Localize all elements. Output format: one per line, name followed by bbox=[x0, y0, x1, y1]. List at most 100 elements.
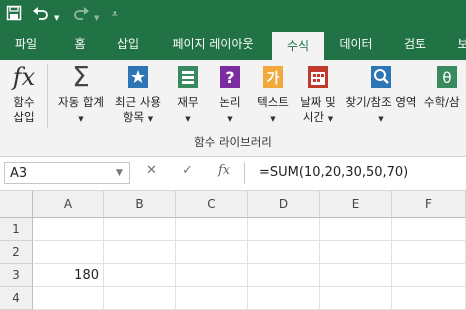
insert-function-label: 함수 bbox=[13, 95, 35, 109]
chevron-down-icon: ▼ bbox=[147, 115, 154, 123]
cancel-icon[interactable]: ✕ bbox=[146, 163, 157, 178]
cell-e1[interactable] bbox=[320, 218, 392, 241]
row-header-1[interactable]: 1 bbox=[0, 218, 33, 241]
customize-qat-icon[interactable]: ⩡ bbox=[112, 5, 118, 25]
cell-b4[interactable] bbox=[104, 287, 176, 310]
calendar-icon bbox=[305, 64, 331, 90]
cell-a2[interactable] bbox=[33, 241, 104, 264]
column-header-f[interactable]: F bbox=[392, 191, 466, 218]
cell-b1[interactable] bbox=[104, 218, 176, 241]
tab-data[interactable]: 데이터 bbox=[330, 28, 382, 60]
cell-d2[interactable] bbox=[248, 241, 320, 264]
cell-f3[interactable] bbox=[392, 264, 466, 287]
undo-dropdown-icon[interactable]: ▼ bbox=[54, 8, 59, 28]
column-header-a[interactable]: A bbox=[33, 191, 104, 218]
insert-function-label-2: 삽입 bbox=[13, 110, 35, 124]
date-time-label: 날짜 및 bbox=[300, 95, 336, 109]
column-header-b[interactable]: B bbox=[104, 191, 176, 218]
cell-b2[interactable] bbox=[104, 241, 176, 264]
title-bar: ▼ ▼ ⩡ bbox=[0, 0, 466, 28]
column-header-c[interactable]: C bbox=[176, 191, 248, 218]
select-all-corner[interactable] bbox=[0, 191, 33, 218]
cell-d1[interactable] bbox=[248, 218, 320, 241]
magnifier-book-icon bbox=[368, 64, 394, 90]
financial-button[interactable]: 재무 ▼ bbox=[168, 60, 208, 138]
save-icon[interactable] bbox=[6, 3, 22, 27]
svg-text:가: 가 bbox=[267, 71, 280, 87]
theta-book-icon: θ bbox=[434, 64, 460, 90]
autosum-button[interactable]: Σ 자동 합계 ▼ bbox=[50, 60, 112, 138]
chevron-down-icon: ▼ bbox=[327, 115, 334, 123]
function-icon: fx bbox=[12, 63, 36, 91]
logical-button[interactable]: ? 논리 ▼ bbox=[210, 60, 250, 138]
recent-label-2: 항목 bbox=[122, 110, 145, 124]
chevron-down-icon: ▼ bbox=[78, 115, 84, 123]
cell-c1[interactable] bbox=[176, 218, 248, 241]
ribbon-formulas: fx 함수 삽입 Σ 자동 합계 ▼ 최근 사용 항목 ▼ 재무 ▼ ? 논리 ▼ 가 텍… bbox=[0, 60, 466, 157]
undo-icon[interactable] bbox=[32, 3, 50, 27]
tab-view[interactable]: 보 bbox=[448, 28, 466, 60]
formula-bar: A3 ▼ ✕ ✓ fx =SUM(10,20,30,50,70) bbox=[0, 157, 466, 191]
enter-icon[interactable]: ✓ bbox=[182, 163, 193, 178]
svg-text:?: ? bbox=[225, 68, 234, 87]
recent-functions-button[interactable]: 최근 사용 항목 ▼ bbox=[112, 60, 164, 138]
ribbon-separator bbox=[47, 64, 48, 128]
financial-icon bbox=[175, 64, 201, 90]
text-label: 텍스트 bbox=[257, 95, 289, 109]
cell-a3[interactable]: 180 bbox=[33, 264, 104, 287]
chevron-down-icon: ▼ bbox=[227, 115, 233, 123]
column-header-d[interactable]: D bbox=[248, 191, 320, 218]
cell-d3[interactable] bbox=[248, 264, 320, 287]
cell-c2[interactable] bbox=[176, 241, 248, 264]
cell-a1[interactable] bbox=[33, 218, 104, 241]
tab-page-layout[interactable]: 페이지 레이아웃 bbox=[158, 28, 268, 60]
text-button[interactable]: 가 텍스트 ▼ bbox=[250, 60, 296, 138]
logical-label: 논리 bbox=[219, 95, 241, 109]
sigma-icon: Σ bbox=[72, 60, 90, 93]
cell-e3[interactable] bbox=[320, 264, 392, 287]
date-time-button[interactable]: 날짜 및 시간 ▼ bbox=[296, 60, 340, 138]
cell-d4[interactable] bbox=[248, 287, 320, 310]
cell-b3[interactable] bbox=[104, 264, 176, 287]
chevron-down-icon: ▼ bbox=[185, 115, 191, 123]
chevron-down-icon: ▼ bbox=[378, 115, 384, 123]
cell-a4[interactable] bbox=[33, 287, 104, 310]
name-box[interactable]: A3 bbox=[4, 162, 130, 184]
question-book-icon: ? bbox=[217, 64, 243, 90]
math-trig-button[interactable]: θ 수학/삼 bbox=[424, 60, 466, 138]
recent-label: 최근 사용 bbox=[115, 95, 161, 109]
row-header-3[interactable]: 3 bbox=[0, 264, 33, 287]
cell-f1[interactable] bbox=[392, 218, 466, 241]
svg-text:θ: θ bbox=[442, 69, 451, 87]
cell-f4[interactable] bbox=[392, 287, 466, 310]
worksheet-grid: A B C D E F 1 2 3 4 180 bbox=[0, 191, 466, 310]
tab-home[interactable]: 홈 bbox=[62, 28, 98, 60]
insert-function-button[interactable]: fx 함수 삽입 bbox=[2, 60, 46, 138]
cell-c4[interactable] bbox=[176, 287, 248, 310]
tab-review[interactable]: 검토 bbox=[392, 28, 438, 60]
cell-e2[interactable] bbox=[320, 241, 392, 264]
formula-input[interactable]: =SUM(10,20,30,50,70) bbox=[244, 162, 466, 184]
text-book-icon: 가 bbox=[260, 64, 286, 90]
cell-f2[interactable] bbox=[392, 241, 466, 264]
column-header-e[interactable]: E bbox=[320, 191, 392, 218]
cell-c3[interactable] bbox=[176, 264, 248, 287]
redo-dropdown-icon[interactable]: ▼ bbox=[94, 8, 99, 28]
financial-label: 재무 bbox=[177, 95, 199, 109]
group-label-function-library: 함수 라이브러리 bbox=[194, 135, 272, 149]
name-box-dropdown-icon[interactable]: ▼ bbox=[116, 168, 123, 178]
star-book-icon bbox=[125, 64, 151, 90]
tab-insert[interactable]: 삽입 bbox=[108, 28, 148, 60]
tab-file[interactable]: 파일 bbox=[4, 28, 48, 60]
lookup-label: 찾기/참조 영역 bbox=[345, 95, 417, 109]
row-header-4[interactable]: 4 bbox=[0, 287, 33, 310]
date-time-label-2: 시간 bbox=[302, 110, 325, 124]
lookup-reference-button[interactable]: 찾기/참조 영역 ▼ bbox=[340, 60, 422, 138]
chevron-down-icon: ▼ bbox=[270, 115, 276, 123]
math-label: 수학/삼 bbox=[424, 95, 460, 109]
tab-formulas[interactable]: 수식 bbox=[272, 32, 324, 60]
cell-e4[interactable] bbox=[320, 287, 392, 310]
row-header-2[interactable]: 2 bbox=[0, 241, 33, 264]
insert-function-icon[interactable]: fx bbox=[218, 163, 230, 178]
redo-icon[interactable] bbox=[72, 3, 90, 27]
